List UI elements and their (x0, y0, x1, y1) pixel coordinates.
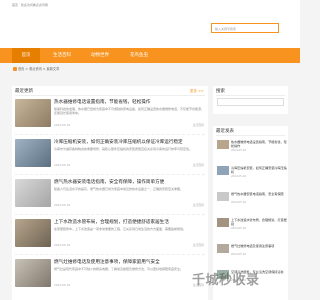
top-bar-text: 首页 · 欢迎访问看点资讯网 (12, 3, 48, 7)
sidebar-search-input[interactable] (217, 98, 284, 106)
main-nav: 首页 生活百科 动物世界 花鸟鱼虫 (0, 48, 300, 63)
recent-thumbnail[interactable] (217, 192, 229, 201)
section-title: 最近更新 (15, 89, 33, 94)
recent-date: 2024-05-16 (231, 175, 247, 178)
article-category[interactable]: 生活百科 (193, 203, 204, 207)
recent-date: 2024-05-16 (231, 253, 247, 256)
recent-thumbnail[interactable] (217, 218, 229, 227)
nav-item-animals[interactable]: 动物世界 (82, 48, 118, 63)
section-title: 最近发表 (216, 129, 234, 134)
article-meta: 2024-05-16 生活百科 (54, 243, 204, 247)
article-meta: 2024-05-16 生活百科 (54, 163, 204, 167)
recent-title[interactable]: 热水器维修电话设置指南，节能省钱，轻松操作 (231, 140, 287, 148)
article-title[interactable]: 燃气灶维修电话及使用注意事项，保障家庭用气安全 (54, 259, 204, 265)
recent-title[interactable]: 燃气灶维修电话及使用注意事项 (231, 244, 287, 252)
article-desc: 冷库作为储存各种物资的重要场所，其核心部件压缩机的安装质量直接关系到冷库的运行效… (54, 147, 193, 151)
article-desc: 燃气灶是现代家庭中不可缺少的厨房电器，了解常见故障及维修方法，可以更好地保障家庭… (54, 267, 184, 271)
divider (15, 214, 205, 215)
article-thumbnail[interactable] (15, 179, 51, 207)
article-date: 2024-05-16 (54, 243, 71, 247)
article-date: 2024-05-16 (54, 163, 71, 167)
divider (15, 134, 205, 135)
article-item[interactable]: 冷库压缩机安装，如何正确安装冷库压缩机以保证冷库运行稳定 冷库作为储存各种物资的… (12, 139, 208, 179)
recent-title[interactable]: 冷库压缩机安装，如何正确安装冷库压缩机 (231, 166, 287, 174)
recent-date: 2024-05-16 (231, 227, 247, 230)
divider (216, 135, 285, 136)
breadcrumb-text[interactable]: 首页 > 看点资讯 > 最新文章 (18, 67, 59, 71)
article-thumbnail[interactable] (15, 259, 51, 287)
divider (15, 254, 205, 255)
sidebar-search-panel: 搜索 (213, 86, 288, 114)
article-meta: 2024-05-16 生活百科 (54, 283, 204, 287)
watermark: 千城秒收录 (192, 273, 260, 288)
article-category[interactable]: 生活百科 (193, 243, 204, 247)
article-desc: 随着科技的发展，热水器已经成为家庭中不可或缺的家电设备，如何正确设置热水器维修电… (54, 107, 204, 115)
divider (15, 95, 205, 96)
article-item[interactable]: 上下水改造水管布局，合理规划，打造便捷舒适家居生活 在家居装修中，上下水改造是一… (12, 219, 208, 259)
article-title[interactable]: 冷库压缩机安装，如何正确安装冷库压缩机以保证冷库运行稳定 (54, 139, 204, 145)
divider (216, 95, 285, 96)
divider (15, 174, 205, 175)
recent-date: 2024-05-16 (231, 201, 247, 204)
breadcrumb: 首页 > 看点资讯 > 最新文章 (13, 66, 59, 71)
article-item[interactable]: 燃气灶维修电话及使用注意事项，保障家庭用气安全 燃气灶是现代家庭中不可缺少的厨房… (12, 259, 208, 299)
recent-date: 2024-05-16 (231, 149, 247, 152)
article-thumbnail[interactable] (15, 219, 51, 247)
article-item[interactable]: 热水器维修电话设置指南，节能省钱，轻松操作 随着科技的发展，热水器已经成为家庭中… (12, 99, 208, 139)
home-icon (13, 67, 17, 71)
recent-thumbnail[interactable] (217, 244, 229, 253)
article-desc: 随着人们生活水平的提高，燃气热水器已成为家庭中常见的热水设备之一，正确的安装至关… (54, 187, 184, 191)
article-title[interactable]: 燃气热水器安装电话指南，安全有保障，操作简单方便 (54, 179, 204, 185)
article-meta: 2024-05-16 生活百科 (54, 123, 204, 127)
section-title: 搜索 (216, 89, 225, 94)
recent-thumbnail[interactable] (217, 140, 229, 149)
nav-item-home[interactable]: 首页 (12, 48, 40, 63)
article-date: 2024-05-16 (54, 123, 71, 127)
article-desc: 在家居装修中，上下水改造是一项非常重要的工程，它关系到日常生活的方方面面，需要提… (54, 227, 187, 231)
recent-title[interactable]: 燃气热水器安装电话指南，安全有保障 (231, 192, 287, 200)
search-input[interactable]: 输入关键字搜索 (211, 23, 279, 33)
article-date: 2024-05-16 (54, 283, 71, 287)
article-category[interactable]: 生活百科 (193, 123, 204, 127)
more-link[interactable]: 更多 >> (190, 89, 204, 94)
recent-thumbnail[interactable] (217, 166, 229, 175)
recent-title[interactable]: 上下水改造水管布局，合理规划，打造便捷 (231, 218, 287, 226)
article-category[interactable]: 生活百科 (193, 163, 204, 167)
article-item[interactable]: 燃气热水器安装电话指南，安全有保障，操作简单方便 随着人们生活水平的提高，燃气热… (12, 179, 208, 219)
article-thumbnail[interactable] (15, 99, 51, 127)
article-meta: 2024-05-16 生活百科 (54, 203, 204, 207)
article-thumbnail[interactable] (15, 139, 51, 167)
article-date: 2024-05-16 (54, 203, 71, 207)
article-title[interactable]: 热水器维修电话设置指南，节能省钱，轻松操作 (54, 99, 204, 105)
nav-item-plants[interactable]: 花鸟鱼虫 (118, 48, 160, 63)
article-list: 最近更新 更多 >> 热水器维修电话设置指南，节能省钱，轻松操作 随着科技的发展… (12, 86, 208, 300)
article-title[interactable]: 上下水改造水管布局，合理规划，打造便捷舒适家居生活 (54, 219, 204, 225)
nav-item-life[interactable]: 生活百科 (44, 48, 80, 63)
